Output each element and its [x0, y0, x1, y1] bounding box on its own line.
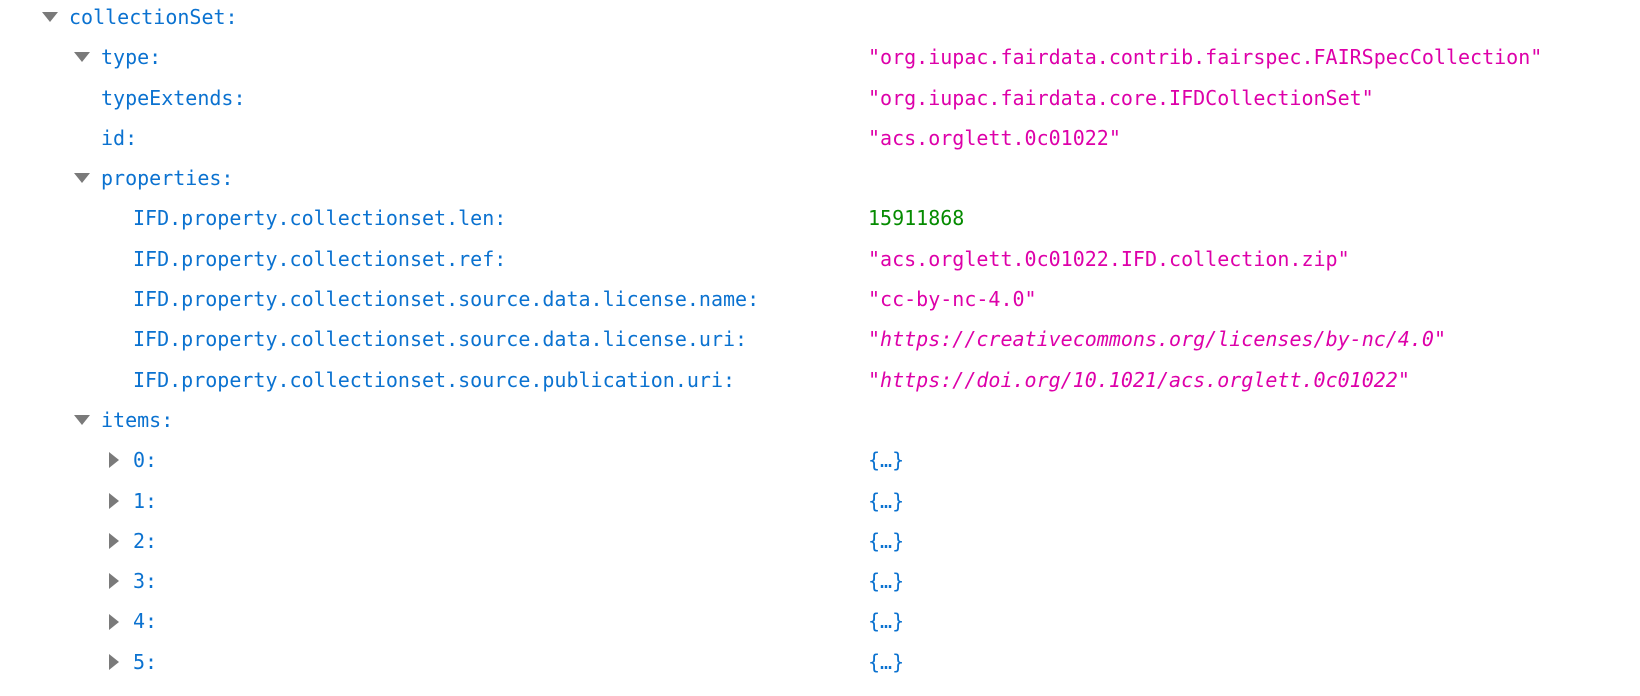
tree-row-type[interactable]: type: "org.iupac.fairdata.contrib.fairsp… — [0, 37, 1640, 77]
expand-toggle[interactable] — [104, 481, 124, 521]
tree-key[interactable]: 0: — [133, 440, 157, 480]
tree-value-string: "acs.orglett.0c01022.IFD.collection.zip" — [868, 246, 1350, 271]
tree-row-property[interactable]: IFD.property.collectionset.ref: "acs.org… — [0, 239, 1640, 279]
tree-key[interactable]: 5: — [133, 642, 157, 682]
tree-row-property[interactable]: IFD.property.collectionset.source.data.l… — [0, 319, 1640, 359]
tree-value-url[interactable]: "https://doi.org/10.1021/acs.orglett.0c0… — [868, 360, 1410, 400]
tree-key: id: — [101, 125, 138, 150]
tree-key[interactable]: items: — [101, 400, 173, 440]
expand-toggle[interactable] — [72, 37, 92, 77]
tree-row-item[interactable]: 2: {…} — [0, 521, 1640, 561]
json-tree-viewer: collectionSet: type: "org.iupac.fairdata… — [0, 0, 1640, 682]
tree-row-item[interactable]: 4: {…} — [0, 601, 1640, 641]
triangle-down-icon — [74, 415, 90, 426]
expand-toggle[interactable] — [72, 400, 92, 440]
tree-value-string: "org.iupac.fairdata.core.IFDCollectionSe… — [868, 85, 1374, 110]
quote-open: " — [868, 327, 881, 352]
url-link[interactable]: https://creativecommons.org/licenses/by-… — [880, 327, 1434, 351]
triangle-right-icon — [109, 573, 119, 590]
tree-row-item[interactable]: 5: {…} — [0, 642, 1640, 682]
triangle-right-icon — [109, 533, 119, 549]
tree-row-collectionset[interactable]: collectionSet: — [0, 0, 1640, 37]
tree-value-string: "org.iupac.fairdata.contrib.fairspec.FAI… — [868, 45, 1543, 70]
tree-value-string: "acs.orglett.0c01022" — [868, 125, 1121, 150]
tree-row-properties[interactable]: properties: — [0, 158, 1640, 198]
expand-toggle[interactable] — [104, 440, 124, 480]
tree-key: typeExtends: — [101, 85, 246, 110]
url-link[interactable]: https://doi.org/10.1021/acs.orglett.0c01… — [880, 368, 1398, 392]
tree-value-url[interactable]: "https://creativecommons.org/licenses/by… — [868, 319, 1446, 359]
tree-value-object[interactable]: {…} — [868, 481, 904, 521]
tree-key[interactable]: 3: — [133, 561, 157, 601]
tree-row-property[interactable]: IFD.property.collectionset.source.public… — [0, 360, 1640, 400]
tree-value-number: 15911868 — [868, 206, 965, 231]
tree-key: IFD.property.collectionset.len: — [133, 206, 507, 231]
triangle-right-icon — [109, 613, 119, 630]
expand-toggle[interactable] — [104, 521, 124, 561]
quote-open: " — [868, 367, 881, 392]
triangle-down-icon — [74, 173, 90, 184]
tree-key: IFD.property.collectionset.ref: — [133, 246, 507, 271]
quote-close: " — [1397, 367, 1410, 392]
triangle-right-icon — [109, 452, 119, 469]
tree-key[interactable]: 2: — [133, 521, 157, 561]
tree-row-property[interactable]: IFD.property.collectionset.len: 15911868 — [0, 198, 1640, 238]
triangle-down-icon — [74, 52, 90, 63]
tree-value-object[interactable]: {…} — [868, 601, 904, 641]
tree-key[interactable]: 4: — [133, 601, 157, 641]
tree-key: IFD.property.collectionset.source.public… — [133, 367, 736, 392]
expand-toggle[interactable] — [72, 158, 92, 198]
tree-key[interactable]: properties: — [101, 158, 233, 198]
tree-value-object[interactable]: {…} — [868, 561, 904, 601]
expand-toggle[interactable] — [104, 561, 124, 601]
quote-close: " — [1433, 327, 1446, 352]
expand-toggle[interactable] — [104, 601, 124, 641]
tree-value-object[interactable]: {…} — [868, 642, 904, 682]
triangle-down-icon — [42, 12, 58, 23]
triangle-right-icon — [109, 492, 119, 509]
tree-row-typeextends[interactable]: typeExtends: "org.iupac.fairdata.core.IF… — [0, 78, 1640, 118]
triangle-right-icon — [109, 653, 119, 670]
tree-row-item[interactable]: 0: {…} — [0, 440, 1640, 480]
tree-key: IFD.property.collectionset.source.data.l… — [133, 287, 760, 312]
tree-key[interactable]: type: — [101, 37, 161, 77]
tree-row-id[interactable]: id: "acs.orglett.0c01022" — [0, 118, 1640, 158]
tree-row-items[interactable]: items: — [0, 400, 1640, 440]
tree-row-item[interactable]: 1: {…} — [0, 481, 1640, 521]
tree-row-item[interactable]: 3: {…} — [0, 561, 1640, 601]
tree-value-string: "cc-by-nc-4.0" — [868, 287, 1037, 312]
tree-value-object[interactable]: {…} — [868, 521, 904, 561]
tree-value-object[interactable]: {…} — [868, 440, 904, 480]
tree-row-property[interactable]: IFD.property.collectionset.source.data.l… — [0, 279, 1640, 319]
expand-toggle[interactable] — [104, 642, 124, 682]
expand-toggle[interactable] — [40, 0, 60, 37]
tree-key: IFD.property.collectionset.source.data.l… — [133, 327, 748, 352]
tree-key[interactable]: collectionSet: — [69, 0, 238, 37]
tree-key[interactable]: 1: — [133, 481, 157, 521]
